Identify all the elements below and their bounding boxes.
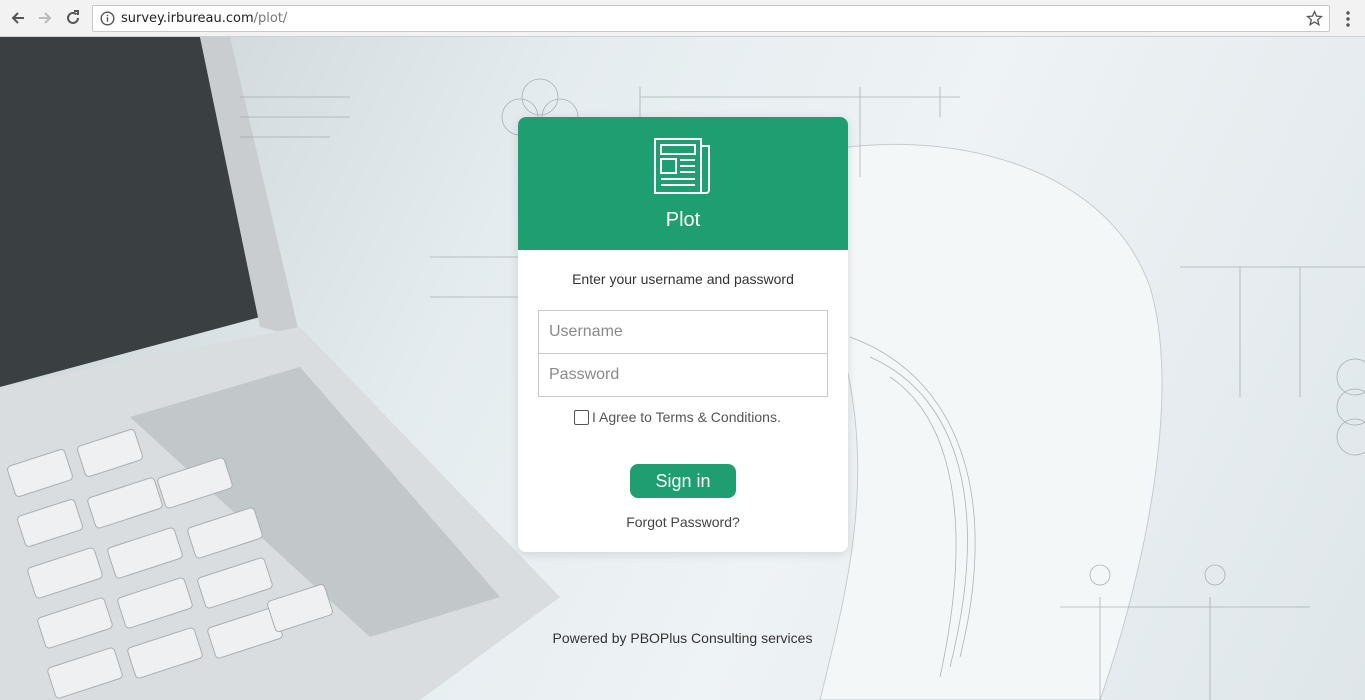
powered-by-footer: Powered by PBOPlus Consulting services <box>552 630 813 646</box>
forward-arrow-icon <box>39 12 52 24</box>
sign-in-button[interactable]: Sign in <box>630 464 736 498</box>
info-icon[interactable] <box>100 11 115 26</box>
terms-label: I Agree to Terms & Conditions. <box>592 409 781 425</box>
app-title: Plot <box>665 209 701 231</box>
login-card-header: Plot <box>518 117 848 250</box>
kebab-menu-icon[interactable] <box>1340 9 1356 29</box>
address-bar[interactable]: survey.irbureau.com/plot/ <box>92 5 1330 32</box>
url-path: /plot/ <box>253 11 288 26</box>
terms-checkbox[interactable] <box>574 409 589 425</box>
terms-checkbox-row[interactable]: I Agree to Terms & Conditions. <box>574 409 781 425</box>
forward-button[interactable] <box>34 7 56 29</box>
back-button[interactable] <box>7 7 29 29</box>
reload-button[interactable] <box>62 7 84 29</box>
password-input[interactable] <box>538 353 828 397</box>
reload-icon <box>67 10 79 24</box>
url-host: survey.irbureau.com <box>121 11 254 26</box>
login-card: Plot Enter your username and password I … <box>518 117 848 552</box>
login-prompt: Enter your username and password <box>572 271 794 287</box>
username-input[interactable] <box>538 310 828 354</box>
back-arrow-icon <box>11 12 24 24</box>
url-text: survey.irbureau.com/plot/ <box>121 11 287 26</box>
bookmark-star-icon[interactable] <box>1306 10 1323 27</box>
browser-toolbar: survey.irbureau.com/plot/ <box>0 0 1365 37</box>
forgot-password-link[interactable]: Forgot Password? <box>518 514 848 530</box>
newspaper-icon <box>654 138 710 194</box>
